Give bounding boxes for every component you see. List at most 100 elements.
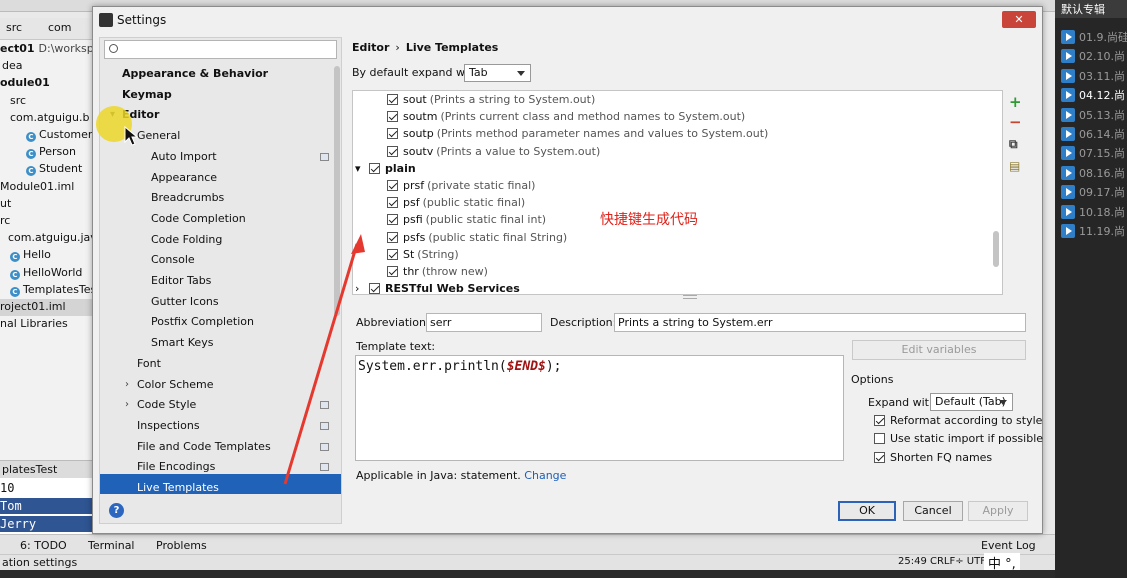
template-row[interactable]: St (String) bbox=[387, 248, 459, 265]
terminal-tab[interactable]: Terminal bbox=[88, 539, 135, 552]
template-text-editor[interactable]: System.err.println($END$); bbox=[355, 355, 844, 461]
nav-item[interactable]: Color Scheme bbox=[137, 377, 213, 393]
chevron-right-icon[interactable]: › bbox=[125, 399, 129, 410]
breadcrumb-item[interactable]: src bbox=[6, 21, 22, 34]
todo-tab[interactable]: 6: TODO bbox=[20, 539, 67, 552]
nav-item[interactable]: Code Style bbox=[137, 397, 196, 413]
chevron-right-icon[interactable]: › bbox=[125, 379, 129, 390]
description-input[interactable]: Prints a string to System.err bbox=[614, 313, 1026, 332]
cancel-button[interactable]: Cancel bbox=[903, 501, 963, 521]
template-checkbox[interactable] bbox=[387, 197, 398, 209]
nav-item[interactable]: Live Templates bbox=[137, 480, 219, 496]
expand-select[interactable]: Tab bbox=[464, 64, 531, 82]
template-row[interactable]: soutp (Prints method parameter names and … bbox=[387, 127, 768, 144]
nav-item[interactable]: Inspections bbox=[137, 418, 200, 434]
tree-item[interactable]: ect01D:\workspace bbox=[0, 41, 96, 58]
playlist-item[interactable]: 02.10.尚 bbox=[1061, 48, 1125, 66]
tree-item[interactable]: C HelloWorld bbox=[0, 265, 82, 282]
nav-item[interactable]: Font bbox=[137, 356, 161, 372]
tree-item[interactable]: C Student bbox=[0, 161, 82, 178]
template-checkbox[interactable] bbox=[369, 162, 380, 174]
apply-button[interactable]: Apply bbox=[968, 501, 1028, 521]
nav-item[interactable]: Keymap bbox=[122, 87, 172, 103]
tree-item[interactable]: C Person bbox=[0, 144, 76, 161]
template-checkbox[interactable] bbox=[387, 231, 398, 243]
abbreviation-input[interactable]: serr bbox=[426, 313, 542, 332]
tree-item[interactable]: C Hello bbox=[0, 247, 51, 264]
template-row[interactable]: psfi (public static final int) bbox=[387, 213, 546, 230]
help-button[interactable]: ? bbox=[109, 503, 124, 518]
nav-item[interactable]: Postfix Completion bbox=[151, 314, 254, 330]
restore-icon[interactable]: ▤ bbox=[1009, 158, 1020, 174]
edit-variables-button[interactable]: Edit variables bbox=[852, 340, 1026, 360]
playlist-item[interactable]: 06.14.尚 bbox=[1061, 126, 1125, 144]
template-row[interactable]: psfs (public static final String) bbox=[387, 231, 567, 248]
template-checkbox[interactable] bbox=[387, 94, 398, 105]
tree-item[interactable]: C TemplatesTest bbox=[0, 282, 96, 299]
tree-item[interactable]: ut bbox=[0, 196, 11, 213]
playlist-item[interactable]: 07.15.尚 bbox=[1061, 145, 1125, 163]
nav-item[interactable]: Console bbox=[151, 252, 195, 268]
template-checkbox[interactable] bbox=[387, 128, 398, 140]
nav-item[interactable]: File Encodings bbox=[137, 459, 215, 475]
nav-item[interactable]: Appearance bbox=[151, 170, 217, 186]
nav-item[interactable]: Gutter Icons bbox=[151, 294, 219, 310]
tree-item[interactable]: odule01 bbox=[0, 75, 50, 92]
nav-item[interactable]: General bbox=[137, 128, 180, 144]
template-list-scrollbar[interactable] bbox=[993, 231, 999, 267]
change-link[interactable]: Change bbox=[524, 469, 566, 482]
tree-item[interactable]: Module01.iml bbox=[0, 179, 74, 196]
tree-item[interactable]: nal Libraries bbox=[0, 316, 68, 333]
close-button[interactable]: ✕ bbox=[1002, 11, 1036, 28]
expand-with-select[interactable]: Default (Tab) bbox=[930, 393, 1013, 411]
splitter-grip[interactable] bbox=[683, 295, 697, 299]
template-row[interactable]: soutm (Prints current class and method na… bbox=[387, 110, 745, 127]
tree-item[interactable]: C Customer bbox=[0, 127, 92, 144]
template-checkbox[interactable] bbox=[387, 248, 398, 260]
remove-icon[interactable]: − bbox=[1009, 114, 1022, 130]
option-row[interactable]: Shorten FQ names bbox=[874, 451, 992, 464]
event-log-tab[interactable]: Event Log bbox=[981, 539, 1036, 552]
nav-item[interactable]: Appearance & Behavior bbox=[122, 66, 268, 82]
template-group[interactable]: › RESTful Web Services bbox=[355, 282, 520, 294]
copy-icon[interactable]: ⧉ bbox=[1009, 136, 1018, 152]
add-icon[interactable]: + bbox=[1009, 94, 1022, 110]
playlist-item[interactable]: 09.17.尚 bbox=[1061, 184, 1125, 202]
option-checkbox[interactable] bbox=[874, 451, 885, 463]
nav-item[interactable]: File and Code Templates bbox=[137, 439, 271, 455]
breadcrumb-item[interactable]: com bbox=[48, 21, 72, 34]
tree-item[interactable]: rc bbox=[0, 213, 10, 230]
problems-tab[interactable]: Problems bbox=[156, 539, 207, 552]
playlist-item[interactable]: 04.12.尚 bbox=[1061, 87, 1125, 105]
template-group[interactable]: ▾ plain bbox=[355, 162, 416, 179]
nav-item[interactable]: Code Completion bbox=[151, 211, 246, 227]
settings-search-input[interactable] bbox=[104, 40, 337, 59]
playlist-item[interactable]: 08.16.尚 bbox=[1061, 165, 1125, 183]
template-checkbox[interactable] bbox=[387, 111, 398, 123]
template-row[interactable]: sout (Prints a string to System.out) bbox=[387, 93, 595, 110]
template-checkbox[interactable] bbox=[387, 180, 398, 191]
option-row[interactable]: Reformat according to style bbox=[874, 414, 1042, 427]
nav-item[interactable]: Code Folding bbox=[151, 232, 222, 248]
template-checkbox[interactable] bbox=[387, 214, 398, 226]
template-row[interactable]: prsf (private static final) bbox=[387, 179, 535, 196]
template-row[interactable]: thr (throw new) bbox=[387, 265, 488, 282]
playlist-item[interactable]: 03.11.尚 bbox=[1061, 68, 1125, 86]
ok-button[interactable]: OK bbox=[838, 501, 896, 521]
tree-item[interactable]: dea bbox=[0, 58, 23, 75]
playlist-item[interactable]: 11.19.尚 bbox=[1061, 223, 1125, 241]
playlist-item[interactable]: 10.18.尚 bbox=[1061, 204, 1125, 222]
tree-item[interactable]: com.atguigu.java bbox=[0, 230, 96, 247]
option-checkbox[interactable] bbox=[874, 415, 885, 426]
template-checkbox[interactable] bbox=[387, 266, 398, 277]
option-checkbox[interactable] bbox=[874, 433, 885, 445]
template-row[interactable]: soutv (Prints a value to System.out) bbox=[387, 145, 600, 162]
option-row[interactable]: Use static import if possible bbox=[874, 432, 1043, 445]
run-tab[interactable]: platesTest bbox=[0, 460, 96, 478]
nav-item[interactable]: Auto Import bbox=[151, 149, 217, 165]
playlist-item[interactable]: 05.13.尚 bbox=[1061, 107, 1125, 125]
playlist-item[interactable]: 01.9.尚硅 bbox=[1061, 29, 1127, 47]
nav-item[interactable]: Editor Tabs bbox=[151, 273, 211, 289]
nav-item[interactable]: Smart Keys bbox=[151, 335, 213, 351]
nav-item[interactable]: Breadcrumbs bbox=[151, 190, 224, 206]
